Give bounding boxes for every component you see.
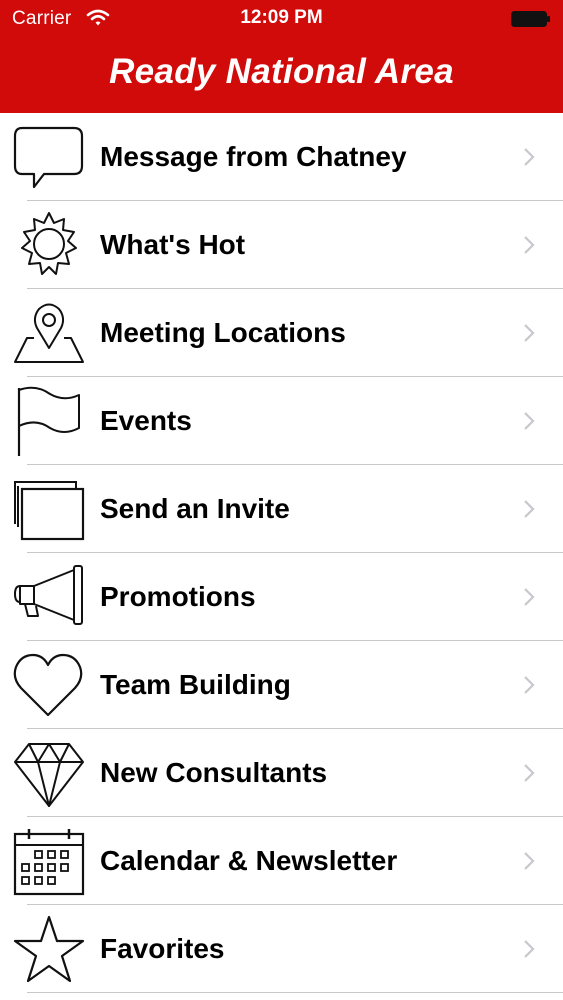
menu-item-new-consultants[interactable]: New Consultants (0, 729, 563, 817)
status-bar: Carrier 12:09 PM (0, 0, 563, 40)
chevron-right-icon (523, 587, 535, 607)
menu-item-promotions[interactable]: Promotions (0, 553, 563, 641)
flag-icon (12, 386, 86, 456)
menu-item-label: What's Hot (100, 229, 246, 260)
chevron-right-icon (523, 411, 535, 431)
diamond-icon (12, 738, 86, 808)
menu-item-send-an-invite[interactable]: Send an Invite (0, 465, 563, 553)
menu-item-label: Send an Invite (100, 493, 290, 524)
chevron-right-icon (523, 323, 535, 343)
menu-item-whats-hot[interactable]: What's Hot (0, 201, 563, 289)
chevron-right-icon (523, 675, 535, 695)
chevron-right-icon (523, 235, 535, 255)
menu-item-label: Calendar & Newsletter (100, 845, 398, 876)
menu-item-label: New Consultants (100, 757, 328, 788)
menu-item-label: Favorites (100, 933, 225, 964)
star-icon (12, 914, 86, 984)
status-time: 12:09 PM (240, 7, 323, 28)
calendar-icon (12, 826, 86, 896)
menu-item-label: Team Building (100, 669, 291, 700)
menu-item-team-building[interactable]: Team Building (0, 641, 563, 729)
page-title: Ready National Area (109, 52, 454, 91)
cards-icon (12, 474, 86, 544)
megaphone-icon (12, 562, 86, 632)
menu-item-label: Meeting Locations (100, 317, 346, 348)
battery-icon (511, 11, 551, 27)
menu-item-calendar-newsletter[interactable]: Calendar & Newsletter (0, 817, 563, 905)
chevron-right-icon (523, 851, 535, 871)
chevron-right-icon (523, 499, 535, 519)
map-pin-icon (12, 298, 86, 368)
navigation-bar: Carrier 12:09 PM Ready National Area (0, 0, 563, 113)
chevron-right-icon (523, 763, 535, 783)
menu-item-label: Message from Chatney (100, 141, 407, 172)
menu-item-label: Events (100, 405, 192, 436)
menu-item-favorites[interactable]: Favorites (0, 905, 563, 993)
menu-item-message-from-chatney[interactable]: Message from Chatney (0, 113, 563, 201)
heart-icon (12, 650, 86, 720)
menu-item-meeting-locations[interactable]: Meeting Locations (0, 289, 563, 377)
main-menu: Message from Chatney What's Hot Meeting … (0, 113, 563, 993)
menu-item-label: Promotions (100, 581, 256, 612)
speech-bubble-icon (12, 122, 86, 192)
chevron-right-icon (523, 939, 535, 959)
menu-item-events[interactable]: Events (0, 377, 563, 465)
sun-icon (12, 210, 86, 280)
app-screen: Carrier 12:09 PM Ready National Area Mes… (0, 0, 563, 1000)
chevron-right-icon (523, 147, 535, 167)
